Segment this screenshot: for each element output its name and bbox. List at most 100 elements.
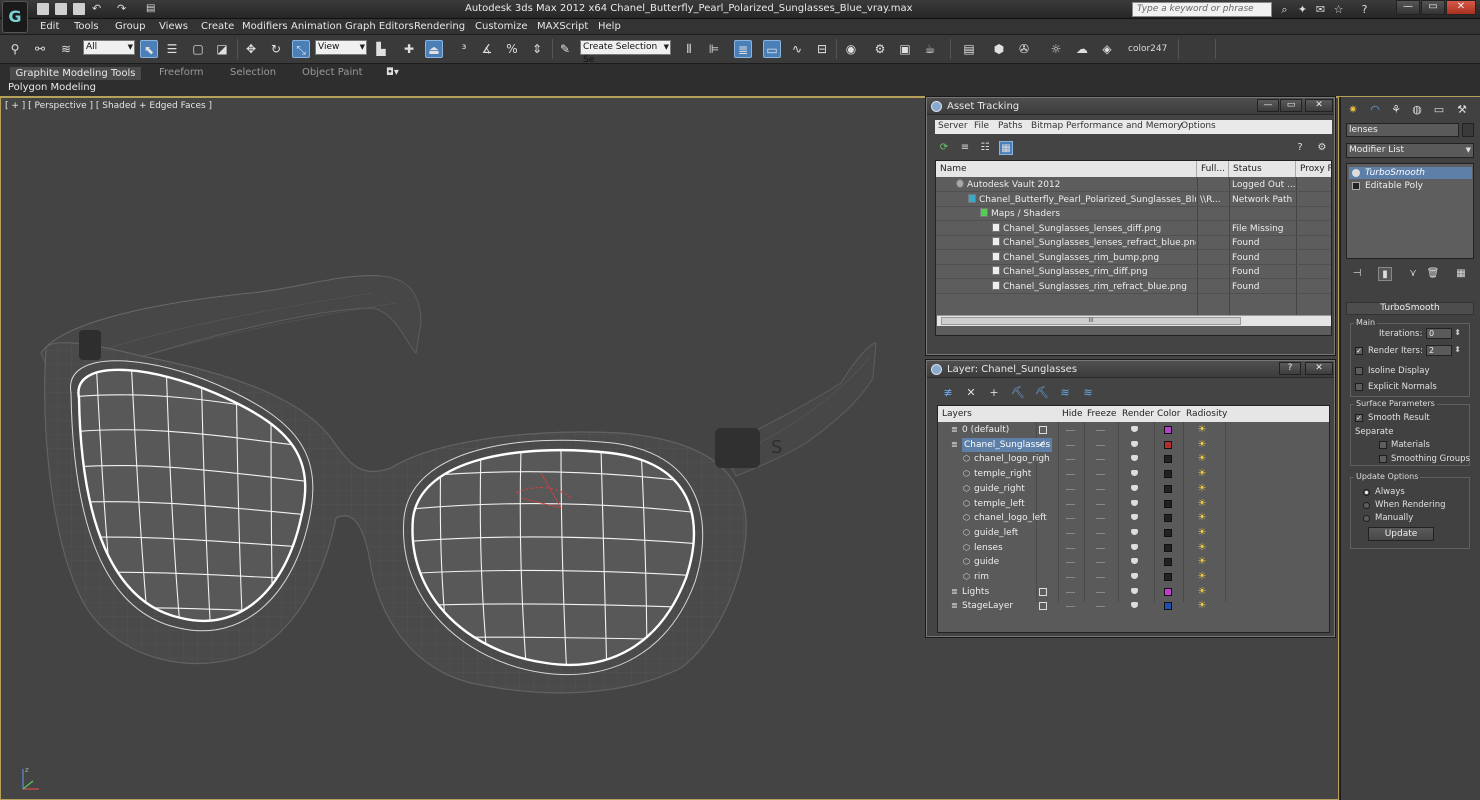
minimize-button[interactable]: — (1396, 0, 1420, 15)
layer-name[interactable]: StageLayer (962, 599, 1013, 613)
radiosity-bulb-icon[interactable]: ☀ (1197, 542, 1207, 554)
menu-animation[interactable]: Animation (291, 21, 342, 32)
layer-row[interactable]: ⬡ chanel_logo_righ ☀ (938, 452, 1329, 467)
selection-filter-dropdown[interactable]: All (83, 40, 135, 55)
vray-frame-buffer-icon[interactable]: ▤ (960, 40, 978, 58)
asset-close-button[interactable]: ✕ (1305, 99, 1333, 112)
render-teapot-icon[interactable] (1131, 602, 1138, 609)
communication-center-icon[interactable]: ✉ (1314, 3, 1327, 16)
freeze-toggle[interactable] (1096, 518, 1105, 520)
delete-layer-icon[interactable]: ✕ (964, 386, 978, 400)
redo-icon[interactable]: ↷ (117, 3, 129, 15)
layer-color-swatch[interactable] (1164, 602, 1172, 611)
hierarchy-tab-icon[interactable]: ⚘ (1388, 102, 1404, 118)
render-teapot-icon[interactable] (1131, 426, 1138, 432)
layer-row[interactable]: ⬡ temple_right ☀ (938, 467, 1329, 482)
col-render[interactable]: Render (1122, 406, 1155, 422)
menu-graph-editors[interactable]: Graph Editors (345, 21, 414, 32)
render-production-icon[interactable]: ☕ (921, 40, 939, 58)
asset-menu-paths[interactable]: Paths (998, 121, 1022, 131)
table-row[interactable]: Chanel_Sunglasses_lenses_diff.png File M… (936, 222, 1331, 236)
radiosity-bulb-icon[interactable]: ☀ (1197, 424, 1207, 436)
current-layer-checkbox[interactable] (1039, 426, 1047, 434)
layer-manager-icon[interactable]: ≣ (734, 40, 752, 58)
remove-modifier-icon[interactable]: 🗑 (1426, 267, 1440, 281)
close-button[interactable]: ✕ (1446, 0, 1476, 15)
render-teapot-icon[interactable] (1131, 484, 1138, 491)
tab-object-paint[interactable]: Object Paint (302, 67, 363, 80)
col-freeze[interactable]: Freeze (1087, 406, 1117, 422)
col-proxy[interactable]: Proxy R (1296, 161, 1331, 177)
freeze-toggle[interactable] (1096, 577, 1105, 578)
curve-editor-icon[interactable]: ∿ (788, 40, 806, 58)
snaps-toggle-icon[interactable]: ³ (455, 40, 473, 58)
col-status[interactable]: Status (1229, 161, 1296, 177)
layer-row[interactable]: ⬡ lenses ☀ (938, 541, 1329, 556)
stack-item-turbosmooth[interactable]: TurboSmooth (1349, 167, 1472, 179)
layer-name[interactable]: rim (974, 570, 989, 584)
freeze-unfreeze-layers-icon[interactable]: ≋ (1081, 386, 1095, 400)
hide-toggle[interactable] (1066, 547, 1075, 549)
radio-always[interactable] (1363, 489, 1370, 496)
render-teapot-icon[interactable] (1131, 587, 1138, 594)
radiosity-bulb-icon[interactable]: ☀ (1197, 571, 1207, 583)
refresh-icon[interactable]: ⟳ (937, 141, 951, 155)
binoculars-icon[interactable]: ⌕ (1278, 3, 1291, 16)
show-end-result-icon[interactable]: ▮ (1378, 267, 1392, 281)
layer-color-swatch[interactable] (1164, 470, 1172, 479)
bind-space-warp-icon[interactable]: ≋ (57, 40, 75, 58)
table-row[interactable]: Chanel_Sunglasses_lenses_refract_blue.pn… (936, 236, 1331, 250)
layer-row[interactable]: ≣ Lights ☀ (938, 585, 1329, 600)
radiosity-bulb-icon[interactable]: ☀ (1197, 498, 1207, 510)
open-file-icon[interactable] (55, 3, 67, 15)
select-and-scale-icon[interactable]: ⤡ (292, 40, 310, 58)
col-color[interactable]: Color (1157, 406, 1181, 422)
freeze-toggle[interactable] (1096, 488, 1105, 490)
asset-maximize-button[interactable]: ▭ (1280, 99, 1302, 112)
freeze-toggle[interactable] (1096, 532, 1105, 534)
ribbon-panel-polygon-modeling[interactable]: Polygon Modeling (8, 82, 96, 93)
detail-view-icon[interactable]: ☷ (978, 141, 992, 155)
layer-color-swatch[interactable] (1164, 528, 1172, 537)
layer-color-swatch[interactable] (1164, 440, 1172, 449)
table-row[interactable]: Chanel_Butterfly_Pearl_Polarized_Sunglas… (936, 193, 1331, 207)
layer-color-swatch[interactable] (1164, 573, 1172, 581)
hide-toggle[interactable] (1066, 562, 1075, 564)
hide-toggle[interactable] (1066, 577, 1075, 578)
layer-row[interactable]: ⬡ guide_left ☀ (938, 526, 1329, 541)
layer-name[interactable]: 0 (default) (962, 423, 1009, 437)
app-logo-icon[interactable]: G (2, 1, 28, 33)
freeze-toggle[interactable] (1096, 444, 1105, 446)
render-teapot-icon[interactable] (1131, 573, 1138, 579)
col-full-path[interactable]: Full... (1197, 161, 1229, 177)
menu-edit[interactable]: Edit (40, 21, 59, 32)
create-tab-icon[interactable]: ✷ (1345, 102, 1361, 118)
layer-row[interactable]: ⬡ guide ☀ (938, 555, 1329, 570)
ribbon-options-icon[interactable]: ◘▾ (386, 67, 399, 80)
render-teapot-icon[interactable] (1131, 558, 1138, 565)
vray-camera-icon[interactable]: ◈ (1098, 40, 1116, 58)
modifier-list-dropdown[interactable]: Modifier List (1346, 143, 1474, 158)
layer-name[interactable]: chanel_logo_righ (974, 452, 1050, 466)
search-input[interactable]: Type a keyword or phrase (1132, 2, 1272, 17)
hide-toggle[interactable] (1066, 591, 1075, 593)
layer-color-swatch[interactable] (1164, 587, 1172, 596)
render-teapot-icon[interactable] (1131, 455, 1138, 462)
render-teapot-icon[interactable] (1131, 440, 1138, 447)
radiosity-bulb-icon[interactable]: ☀ (1197, 453, 1207, 465)
rendered-frame-window-icon[interactable]: ▣ (896, 40, 914, 58)
current-layer-check-icon[interactable]: ✓ (1038, 438, 1046, 452)
layer-row[interactable]: ⬡ temple_left ☀ (938, 497, 1329, 512)
layer-name[interactable]: guide_right (974, 482, 1025, 496)
select-and-link-icon[interactable]: ⚲ (6, 40, 24, 58)
asset-menu-file[interactable]: File (974, 121, 989, 131)
add-to-layer-icon[interactable]: + (987, 386, 1001, 400)
layer-row[interactable]: ⬡ rim ☀ (938, 570, 1329, 585)
asset-minimize-button[interactable]: — (1257, 99, 1279, 112)
asset-menu-bitmap-performance[interactable]: Bitmap Performance and Memory (1031, 121, 1182, 131)
expand-icon[interactable] (1352, 182, 1360, 190)
update-button[interactable]: Update (1368, 527, 1434, 541)
col-hide[interactable]: Hide (1062, 406, 1083, 422)
layer-name[interactable]: guide (974, 555, 999, 569)
current-layer-checkbox[interactable] (1039, 602, 1047, 611)
